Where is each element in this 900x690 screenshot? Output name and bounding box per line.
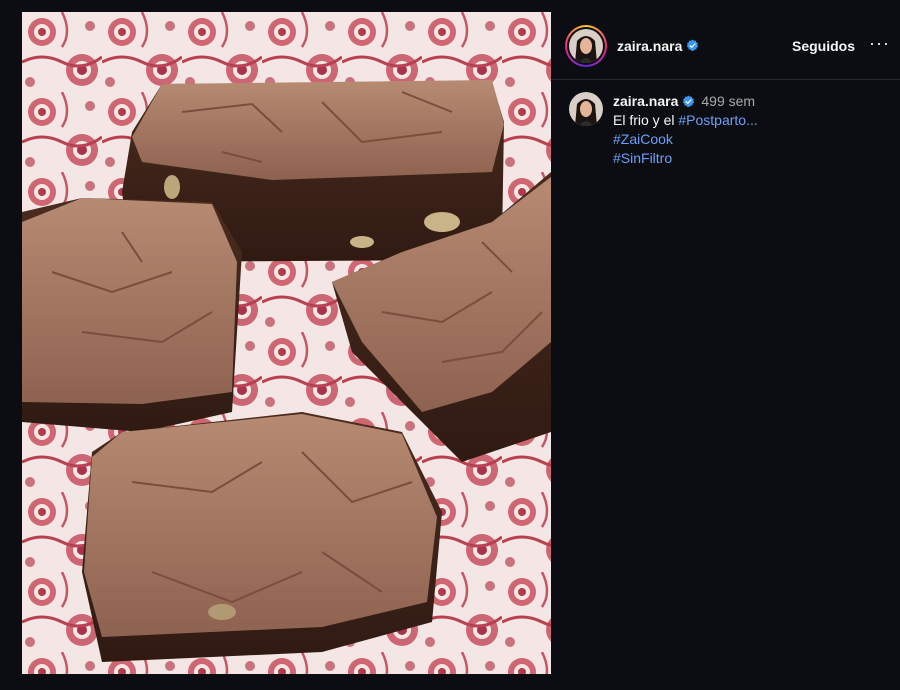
avatar-image <box>569 28 603 63</box>
author-avatar[interactable] <box>565 24 607 67</box>
post-modal: zaira.nara Seguidos ··· zaira.nara 499 s… <box>0 0 900 690</box>
caption-text: El frio y el <box>613 112 679 128</box>
author-username[interactable]: zaira.nara <box>617 38 682 54</box>
hashtag-postparto[interactable]: #Postparto... <box>678 112 757 128</box>
caption-username[interactable]: zaira.nara <box>613 92 678 111</box>
caption-body: zaira.nara 499 sem El frio y el #Postpar… <box>613 92 758 168</box>
hashtag-zaicook[interactable]: #ZaiCook <box>613 130 758 149</box>
post-image[interactable] <box>22 12 551 674</box>
more-options-icon[interactable]: ··· <box>869 34 890 58</box>
verified-badge-icon <box>686 39 699 52</box>
post-timestamp[interactable]: 499 sem <box>701 92 755 111</box>
caption-head: zaira.nara 499 sem <box>613 92 758 111</box>
caption-text-line: El frio y el #Postparto... <box>613 111 758 130</box>
avatar-inner <box>567 26 605 65</box>
post-side-panel: zaira.nara Seguidos ··· zaira.nara 499 s… <box>551 12 900 674</box>
caption-avatar[interactable] <box>569 92 603 126</box>
post-caption: zaira.nara 499 sem El frio y el #Postpar… <box>551 80 900 168</box>
hashtag-sinfiltro[interactable]: #SinFiltro <box>613 149 758 168</box>
post-header: zaira.nara Seguidos ··· <box>551 12 900 80</box>
caption-verified-badge-icon <box>682 95 695 108</box>
following-button[interactable]: Seguidos <box>786 34 861 58</box>
